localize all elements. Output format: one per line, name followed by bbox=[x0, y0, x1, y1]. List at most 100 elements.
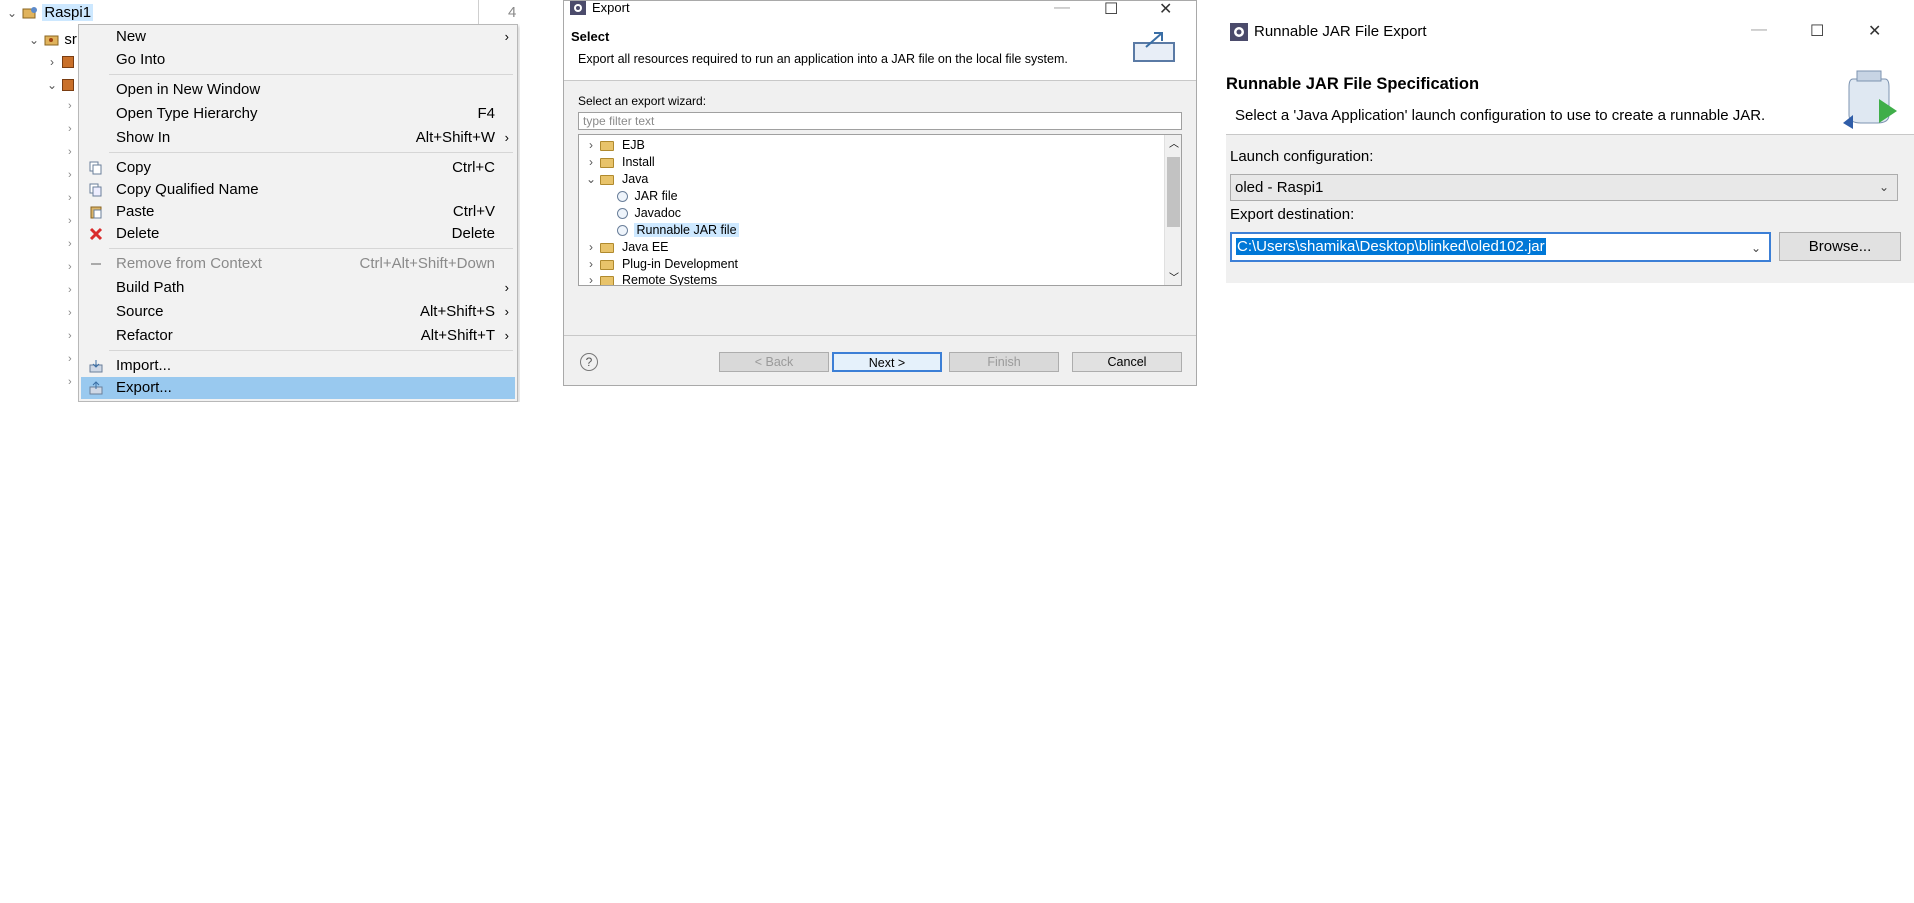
tree-row-package-1[interactable]: › bbox=[46, 53, 75, 71]
launch-config-select[interactable]: oled - Raspi1 ⌄ bbox=[1230, 174, 1898, 201]
browse-button[interactable]: Browse... bbox=[1779, 232, 1901, 261]
filter-input[interactable]: type filter text bbox=[578, 112, 1182, 130]
menu-item-shortcut: Ctrl+C bbox=[452, 159, 495, 176]
menu-item-copy-qualified-name[interactable]: Copy Qualified Name bbox=[81, 179, 515, 201]
chevron-down-icon[interactable]: ⌄ bbox=[1879, 175, 1889, 200]
chevron-right-icon[interactable]: › bbox=[68, 376, 72, 388]
minimize-button[interactable]: — bbox=[1054, 1, 1070, 17]
chevron-right-icon[interactable]: › bbox=[68, 169, 72, 181]
jar-file-icon bbox=[617, 191, 628, 203]
folder-icon bbox=[600, 275, 615, 285]
help-icon[interactable]: ? bbox=[580, 353, 598, 371]
chevron-down-icon[interactable]: ⌄ bbox=[6, 4, 18, 22]
menu-item-refactor[interactable]: Refactor Alt+Shift+T › bbox=[81, 325, 515, 347]
chevron-right-icon[interactable]: › bbox=[585, 272, 597, 285]
menu-item-label: Open Type Hierarchy bbox=[116, 105, 258, 122]
folder-icon bbox=[600, 157, 615, 168]
menu-item-label: Go Into bbox=[116, 51, 166, 68]
runnable-jar-icon bbox=[617, 225, 628, 237]
menu-item-label: Refactor bbox=[116, 327, 173, 344]
chevron-right-icon[interactable]: › bbox=[585, 137, 597, 153]
context-menu: New › Go Into Open in New Window Open Ty… bbox=[78, 24, 518, 402]
menu-item-delete[interactable]: Delete Delete bbox=[81, 223, 515, 245]
menu-item-build-path[interactable]: Build Path › bbox=[81, 277, 515, 299]
jar-dialog-heading: Runnable JAR File Specification bbox=[1226, 75, 1480, 93]
export-dialog-description: Export all resources required to run an … bbox=[578, 52, 1068, 66]
eclipse-icon bbox=[1230, 23, 1248, 41]
tree-item-runnable-jar[interactable]: Runnable JAR file bbox=[617, 222, 739, 238]
import-icon bbox=[89, 360, 103, 373]
chevron-right-icon[interactable]: › bbox=[68, 100, 72, 112]
wizard-tree: › EJB › Install ⌄ Java JAR file Javadoc bbox=[578, 134, 1182, 286]
menu-item-export[interactable]: Export... bbox=[81, 377, 515, 399]
chevron-right-icon[interactable]: › bbox=[68, 192, 72, 204]
chevron-down-icon[interactable]: ⌄ bbox=[46, 76, 58, 94]
tree-item-install[interactable]: › Install bbox=[585, 154, 655, 170]
chevron-right-icon[interactable]: › bbox=[68, 307, 72, 319]
menu-item-label: Export... bbox=[116, 379, 172, 396]
export-destination-combo[interactable]: C:\Users\shamika\Desktop\blinked\oled102… bbox=[1230, 232, 1771, 262]
submenu-arrow-icon: › bbox=[504, 280, 509, 295]
menu-item-source[interactable]: Source Alt+Shift+S › bbox=[81, 301, 515, 323]
tree-item-label: JAR file bbox=[634, 189, 678, 203]
chevron-right-icon[interactable]: › bbox=[46, 53, 58, 71]
menu-item-label: Copy bbox=[116, 159, 152, 176]
next-button[interactable]: Next > bbox=[832, 352, 942, 372]
chevron-right-icon[interactable]: › bbox=[585, 154, 597, 170]
export-destination-value[interactable]: C:\Users\shamika\Desktop\blinked\oled102… bbox=[1236, 238, 1546, 255]
menu-item-new[interactable]: New › bbox=[81, 26, 515, 48]
back-button[interactable]: < Back bbox=[719, 352, 829, 372]
cancel-button[interactable]: Cancel bbox=[1072, 352, 1182, 372]
tree-item-remote-systems[interactable]: › Remote Systems bbox=[585, 272, 717, 285]
menu-item-label: Remove from Context bbox=[116, 255, 262, 272]
jar-dialog-description: Select a 'Java Application' launch confi… bbox=[1235, 107, 1766, 124]
menu-item-show-in[interactable]: Show In Alt+Shift+W › bbox=[81, 127, 515, 149]
tree-item-java-ee[interactable]: › Java EE bbox=[585, 239, 669, 255]
chevron-right-icon[interactable]: › bbox=[68, 146, 72, 158]
chevron-right-icon[interactable]: › bbox=[585, 256, 597, 272]
project-name[interactable]: Raspi1 bbox=[42, 4, 94, 21]
finish-button[interactable]: Finish bbox=[949, 352, 1059, 372]
chevron-right-icon[interactable]: › bbox=[68, 261, 72, 273]
menu-item-paste[interactable]: Paste Ctrl+V bbox=[81, 201, 515, 223]
menu-item-label: Delete bbox=[116, 225, 160, 242]
tree-item-javadoc[interactable]: Javadoc bbox=[617, 205, 681, 221]
tree-item-plugin-development[interactable]: › Plug-in Development bbox=[585, 256, 738, 272]
project-explorer-panel: ⌄ Raspi1 ⌄ sr › ⌄ › › › › › › › › › › › … bbox=[0, 0, 520, 402]
menu-item-go-into[interactable]: Go Into bbox=[81, 49, 515, 71]
menu-item-shortcut: Delete bbox=[451, 225, 495, 242]
chevron-right-icon[interactable]: › bbox=[68, 353, 72, 365]
tree-scrollbar[interactable]: ︿ ﹀ bbox=[1164, 135, 1181, 285]
tree-item-java[interactable]: ⌄ Java bbox=[585, 171, 648, 187]
menu-item-shortcut: F4 bbox=[477, 105, 495, 122]
chevron-down-icon[interactable]: ⌄ bbox=[1751, 235, 1761, 261]
chevron-right-icon[interactable]: › bbox=[68, 238, 72, 250]
maximize-button[interactable]: ☐ bbox=[1810, 21, 1824, 41]
tree-row-project[interactable]: ⌄ Raspi1 bbox=[6, 4, 94, 22]
chevron-right-icon[interactable]: › bbox=[68, 330, 72, 342]
tree-row-package-2[interactable]: ⌄ bbox=[46, 76, 75, 94]
chevron-right-icon[interactable]: › bbox=[68, 284, 72, 296]
menu-item-open-type-hierarchy[interactable]: Open Type Hierarchy F4 bbox=[81, 103, 515, 125]
close-button[interactable]: ✕ bbox=[1868, 21, 1881, 41]
scroll-up-icon[interactable]: ︿ bbox=[1169, 135, 1179, 150]
src-folder-label[interactable]: sr bbox=[64, 31, 77, 48]
scrollbar-thumb[interactable] bbox=[1167, 157, 1180, 227]
menu-item-copy[interactable]: Copy Ctrl+C bbox=[81, 157, 515, 179]
minimize-button[interactable]: — bbox=[1751, 21, 1767, 39]
chevron-right-icon[interactable]: › bbox=[68, 123, 72, 135]
menu-item-label: Source bbox=[116, 303, 164, 320]
chevron-right-icon[interactable]: › bbox=[68, 215, 72, 227]
tree-row-src[interactable]: ⌄ sr bbox=[28, 31, 77, 49]
scroll-down-icon[interactable]: ﹀ bbox=[1169, 269, 1179, 284]
chevron-right-icon[interactable]: › bbox=[585, 239, 597, 255]
paste-icon bbox=[90, 206, 102, 219]
menu-item-open-in-new-window[interactable]: Open in New Window bbox=[81, 79, 515, 101]
chevron-down-icon[interactable]: ⌄ bbox=[28, 31, 40, 49]
tree-item-ejb[interactable]: › EJB bbox=[585, 137, 645, 153]
export-dialog-titlebar: Export — ☐ ✕ bbox=[564, 1, 1196, 18]
tree-item-jar-file[interactable]: JAR file bbox=[617, 188, 678, 204]
menu-item-import[interactable]: Import... bbox=[81, 355, 515, 377]
chevron-down-icon[interactable]: ⌄ bbox=[585, 171, 597, 187]
tree-item-label: Java EE bbox=[621, 240, 669, 254]
